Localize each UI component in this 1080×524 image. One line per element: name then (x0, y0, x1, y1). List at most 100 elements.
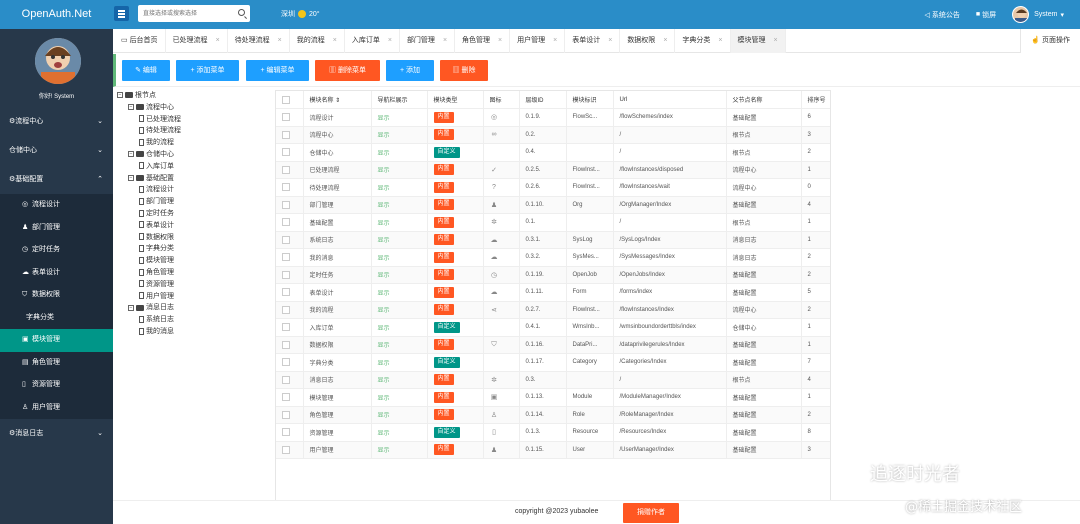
delete-menu-button[interactable]: ▥ 删除菜单 (315, 60, 380, 81)
table-row[interactable]: 已处理流程 显示 内置 ✓ 0.2.5. FlowInst.../flowInstance… (276, 161, 830, 179)
row-checkbox[interactable] (276, 143, 304, 162)
close-icon[interactable]: × (663, 37, 667, 44)
tree-leaf-node[interactable]: 已处理流程 (139, 114, 181, 125)
tab-modules[interactable]: 模块管理 × (730, 29, 786, 53)
table-row[interactable]: 定时任务 显示 内置 ◷ 0.1.19. OpenJob/OpenJobs/Index 基础… (276, 266, 830, 284)
table-row[interactable]: 流程设计 显示 内置 ◎ 0.1.9. FlowSc.../flowSchemes/ind… (276, 108, 830, 127)
tab-myflow[interactable]: 我的流程 × (290, 29, 345, 53)
tab-wait[interactable]: 待处理流程 × (228, 29, 290, 53)
sidebar-menu-process[interactable]: ⚙流程中心 ⌄ (0, 107, 113, 136)
sidebar-item-categories[interactable]: 字典分类 (0, 306, 113, 329)
close-icon[interactable]: × (498, 37, 502, 44)
sidebar-item-roles[interactable]: ▤ 角色管理 (0, 351, 113, 374)
sort-icon[interactable]: ⇕ (335, 98, 340, 104)
row-checkbox[interactable] (276, 353, 304, 372)
search-input[interactable] (138, 5, 230, 22)
tree-leaf-node[interactable]: 待处理流程 (139, 125, 181, 136)
tree-leaf-node[interactable]: 我的流程 (139, 137, 174, 148)
collapse-icon[interactable]: − (117, 92, 123, 99)
tab-org[interactable]: 部门管理 × (400, 29, 456, 53)
row-checkbox[interactable] (276, 441, 304, 459)
sidebar-item-org[interactable]: ♟ 部门管理 (0, 216, 113, 239)
tree-folder-node[interactable]: − 仓储中心 (128, 149, 174, 160)
add-menu-button[interactable]: + 添加菜单 (176, 60, 239, 81)
row-checkbox[interactable] (276, 161, 304, 179)
add-button[interactable]: + 添加 (386, 60, 434, 81)
user-menu[interactable]: System ▾ (1012, 6, 1064, 23)
close-icon[interactable]: × (774, 37, 778, 44)
close-icon[interactable]: × (718, 37, 722, 44)
close-icon[interactable]: × (333, 37, 337, 44)
table-row[interactable]: 我的消息 显示 内置 ☁ 0.3.2. SysMes.../SysMessages/Ind… (276, 248, 830, 267)
row-checkbox[interactable] (276, 371, 304, 389)
close-icon[interactable]: × (608, 37, 612, 44)
close-icon[interactable]: × (443, 37, 447, 44)
tab-disposed[interactable]: 已处理流程 × (166, 29, 228, 53)
table-row[interactable]: 系统日志 显示 内置 ☁ 0.3.1. SysLog/SysLogs/Index 消息日志 1 (276, 231, 830, 249)
table-row[interactable]: 部门管理 显示 内置 ♟ 0.1.10. Org/OrgManager/Index 基础配置… (276, 196, 830, 214)
table-row[interactable]: 仓储中心 显示 自定义 0.4. / 根节点 2 (276, 143, 830, 162)
tab-forms[interactable]: 表单设计 × (565, 29, 621, 53)
row-checkbox[interactable] (276, 301, 304, 319)
tree-folder-node[interactable]: − 流程中心 (128, 102, 174, 113)
tab-users[interactable]: 用户管理 × (510, 29, 566, 53)
row-checkbox[interactable] (276, 231, 304, 249)
sidebar-item-forms[interactable]: ☁ 表单设计 (0, 261, 113, 284)
row-checkbox[interactable] (276, 266, 304, 284)
tab-home[interactable]: ▭ 后台首页 (113, 29, 166, 53)
row-checkbox[interactable] (276, 283, 304, 302)
close-icon[interactable]: × (216, 37, 220, 44)
announcement-button[interactable]: ◁ 系统公告 (925, 10, 960, 20)
tree-leaf-node[interactable]: 模块管理 (139, 255, 174, 266)
tree-leaf-node[interactable]: 定时任务 (139, 208, 174, 219)
delete-button[interactable]: ▥ 删除 (440, 60, 488, 81)
row-checkbox[interactable] (276, 336, 304, 354)
page-operations-button[interactable]: ☝ 页面操作 (1020, 29, 1080, 53)
menu-toggle-button[interactable] (114, 6, 129, 21)
table-row[interactable]: 数据权限 显示 内置 ⛉ 0.1.16. DataPri.../dataprivilege… (276, 336, 830, 354)
sidebar-menu-message-log[interactable]: ⚙消息日志 ⌄ (0, 419, 113, 448)
collapse-icon[interactable]: − (128, 174, 134, 181)
edit-button[interactable]: ✎ 编辑 (122, 60, 170, 81)
row-checkbox[interactable] (276, 213, 304, 232)
table-row[interactable]: 消息日志 显示 内置 ✲ 0.3. / 根节点 4 (276, 371, 830, 389)
sidebar-item-resources[interactable]: ▯ 资源管理 (0, 374, 113, 397)
tree-leaf-node[interactable]: 流程设计 (139, 184, 174, 195)
tree-leaf-node[interactable]: 表单设计 (139, 220, 174, 231)
tree-leaf-node[interactable]: 用户管理 (139, 291, 174, 302)
row-checkbox[interactable] (276, 388, 304, 407)
edit-menu-button[interactable]: + 编辑菜单 (246, 60, 309, 81)
tree-folder-node[interactable]: − 消息日志 (128, 302, 174, 313)
sidebar-item-users[interactable]: ♙ 用户管理 (0, 396, 113, 419)
table-row[interactable]: 用户管理 显示 内置 ♟ 0.1.15. User/UserManager/Index 基础… (276, 441, 830, 459)
close-icon[interactable]: × (388, 37, 392, 44)
sidebar-menu-basic-config[interactable]: ⚙基础配置 ⌃ (0, 165, 113, 194)
tree-leaf-node[interactable]: 字典分类 (139, 243, 174, 254)
row-checkbox[interactable] (276, 108, 304, 127)
close-icon[interactable]: × (553, 37, 557, 44)
tree-leaf-node[interactable]: 入库订单 (139, 161, 174, 172)
collapse-icon[interactable]: − (128, 151, 134, 158)
select-all-checkbox[interactable] (276, 91, 304, 109)
sidebar-item-data-privilege[interactable]: ⛉ 数据权限 (0, 284, 113, 307)
app-logo[interactable]: OpenAuth.Net (0, 0, 113, 29)
sidebar-item-modules[interactable]: ▣ 模块管理 (0, 329, 113, 352)
tree-leaf-node[interactable]: 角色管理 (139, 267, 174, 278)
row-checkbox[interactable] (276, 318, 304, 337)
row-checkbox[interactable] (276, 406, 304, 424)
table-row[interactable]: 角色管理 显示 内置 ♙ 0.1.14. Role/RoleManager/Index 基础… (276, 406, 830, 424)
table-row[interactable]: 流程中心 显示 内置 ∞ 0.2. / 根节点 3 (276, 126, 830, 144)
table-row[interactable]: 待处理流程 显示 内置? 0.2.6. FlowInst.../flowInstance… (276, 178, 830, 197)
tab-categories[interactable]: 字典分类 × (675, 29, 731, 53)
column-header[interactable]: 模块名称 ⇕ (303, 91, 372, 109)
tab-data-privilege[interactable]: 数据权限 × (620, 29, 676, 53)
sidebar-item-jobs[interactable]: ◷ 定时任务 (0, 239, 113, 262)
tab-roles[interactable]: 角色管理 × (455, 29, 511, 53)
row-checkbox[interactable] (276, 248, 304, 267)
row-checkbox[interactable] (276, 423, 304, 442)
tree-leaf-node[interactable]: 数据权限 (139, 232, 174, 243)
tree-folder-node[interactable]: − 根节点 (117, 90, 156, 101)
tree-folder-node[interactable]: − 基础配置 (128, 173, 174, 184)
row-checkbox[interactable] (276, 126, 304, 144)
table-row[interactable]: 字典分类 显示 自定义 0.1.17. Category/Categories/Inde… (276, 353, 830, 372)
